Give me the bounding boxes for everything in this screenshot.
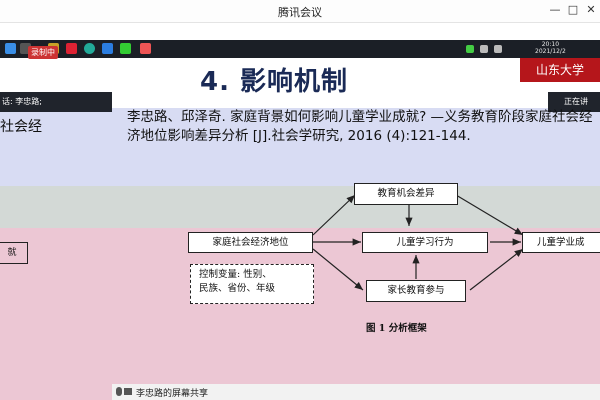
controls-line1: 控制变量: 性别、 [199, 269, 272, 280]
volume-icon [494, 45, 502, 53]
camera-icon[interactable] [124, 388, 132, 395]
box-child-achievement: 儿童学业成 [522, 232, 600, 253]
minimize-button[interactable]: — [548, 3, 562, 17]
wifi-icon [480, 45, 488, 53]
box-parental-involvement: 家长教育参与 [366, 280, 466, 302]
controls-line2: 民族、省份、年级 [199, 283, 276, 294]
taskbar-clock: 20:10 2021/12/2 [535, 41, 566, 55]
taskbar-time: 20:10 [541, 41, 560, 48]
browser-icon [84, 43, 95, 54]
wechat-icon [120, 43, 131, 54]
diagram-arrows [312, 194, 524, 291]
app-icon [66, 43, 77, 54]
taskbar-date: 2021/12/2 [535, 48, 566, 55]
recording-badge[interactable]: 录制中 [28, 46, 58, 59]
shared-taskbar: 20:10 2021/12/2 [0, 40, 600, 58]
shared-slide: 4. 影响机制 山东大学 话: 李忠路; 正在讲 李忠路、邱泽奇. 家庭背景如何… [0, 58, 600, 400]
window-titlebar: 腾讯会议 — □ ✕ [0, 0, 600, 23]
screen-share-label: 李忠路的屏幕共享 [136, 389, 209, 399]
meeting-icon [102, 43, 113, 54]
tray-icon [466, 45, 474, 53]
box-family-ses: 家庭社会经济地位 [188, 232, 313, 253]
screen-share-bar: 李忠路的屏幕共享 [112, 384, 600, 400]
figure-caption: 图 1 分析框架 [366, 323, 427, 334]
microphone-icon[interactable] [116, 387, 122, 396]
close-button[interactable]: ✕ [584, 3, 598, 17]
start-icon [5, 43, 16, 54]
maximize-button[interactable]: □ [566, 3, 580, 17]
ppt-icon [140, 43, 151, 54]
window-title: 腾讯会议 [278, 6, 322, 19]
box-child-learning: 儿童学习行为 [362, 232, 488, 253]
box-control-variables: 控制变量: 性别、 民族、省份、年级 [190, 264, 314, 304]
box-education-opportunity: 教育机会差异 [354, 183, 458, 205]
